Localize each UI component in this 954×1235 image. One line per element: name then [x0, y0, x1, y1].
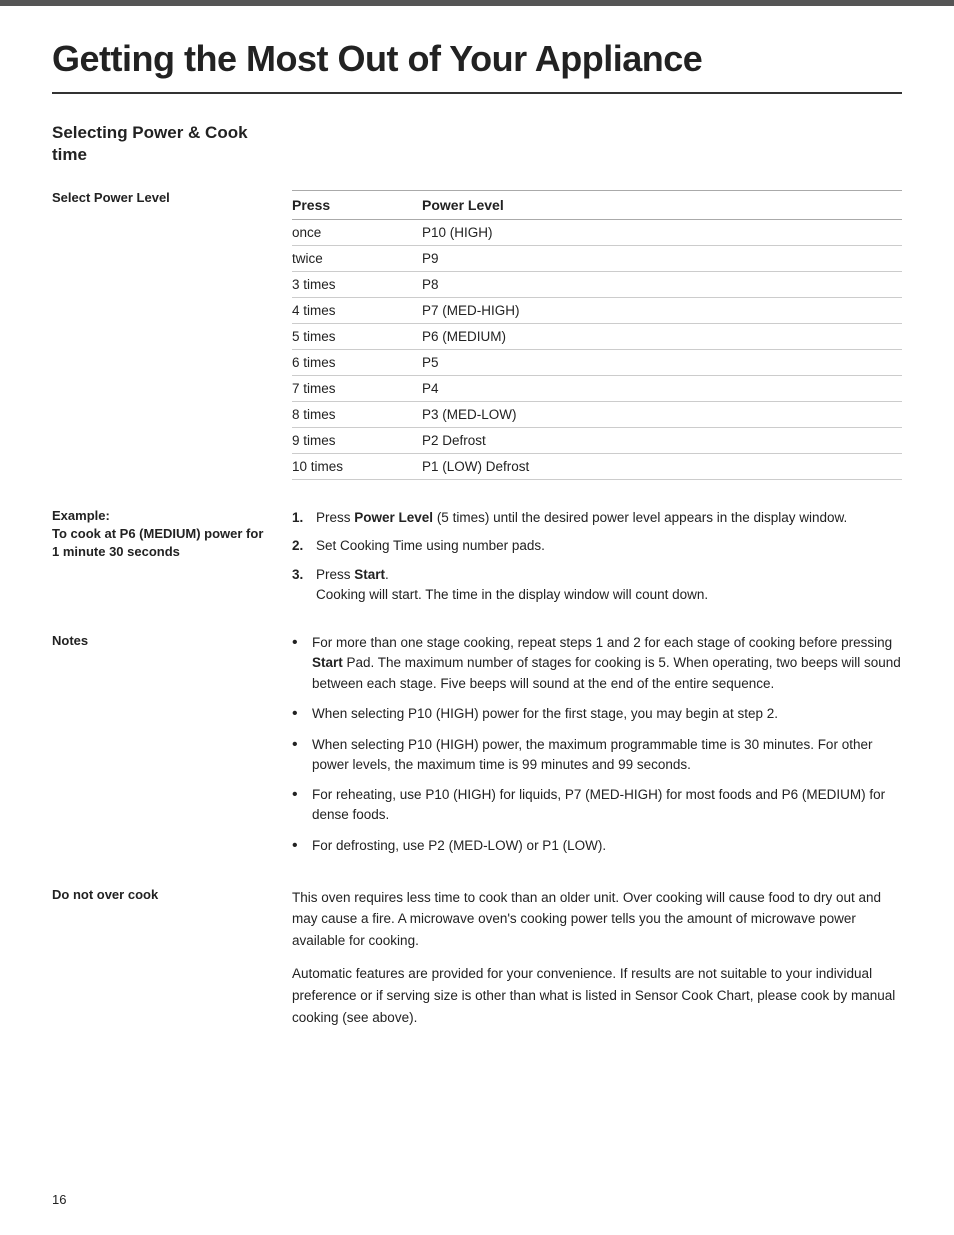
table-cell-level: P8: [422, 272, 902, 298]
bullet-dot: •: [292, 704, 306, 725]
table-row: 8 timesP3 (MED-LOW): [292, 402, 902, 428]
table-cell-level: P7 (MED-HIGH): [422, 298, 902, 324]
example-desc: To cook at P6 (MEDIUM) power for 1 minut…: [52, 525, 272, 561]
table-cell-press: 9 times: [292, 428, 422, 454]
bullet-text: When selecting P10 (HIGH) power for the …: [312, 704, 902, 724]
step-3: 3. Press Start.Cooking will start. The t…: [292, 565, 902, 606]
table-cell-press: 10 times: [292, 454, 422, 480]
left-column: Select Power Level: [52, 190, 292, 508]
donot-section: Do not over cook This oven requires less…: [52, 887, 902, 1041]
page-number: 16: [52, 1192, 66, 1207]
bullet-text: For more than one stage cooking, repeat …: [312, 633, 902, 694]
table-cell-press: 3 times: [292, 272, 422, 298]
step-1-num: 1.: [292, 508, 310, 528]
table-row: 10 timesP1 (LOW) Defrost: [292, 454, 902, 480]
bullet-dot: •: [292, 633, 306, 654]
table-header-power-level: Power Level: [422, 191, 902, 220]
bullet-text: For reheating, use P10 (HIGH) for liquid…: [312, 785, 902, 826]
power-level-table: Press Power Level onceP10 (HIGH)twiceP93…: [292, 190, 902, 480]
table-header-press: Press: [292, 191, 422, 220]
steps-list: 1. Press Power Level (5 times) until the…: [292, 508, 902, 605]
notes-bullet-item: • For defrosting, use P2 (MED-LOW) or P1 …: [292, 836, 902, 857]
step-2: 2. Set Cooking Time using number pads.: [292, 536, 902, 556]
bullet-dot: •: [292, 735, 306, 756]
table-cell-level: P1 (LOW) Defrost: [422, 454, 902, 480]
table-row: onceP10 (HIGH): [292, 220, 902, 246]
step-3-num: 3.: [292, 565, 310, 606]
example-right: 1. Press Power Level (5 times) until the…: [292, 508, 902, 613]
step-1: 1. Press Power Level (5 times) until the…: [292, 508, 902, 528]
table-cell-press: 4 times: [292, 298, 422, 324]
donot-right: This oven requires less time to cook tha…: [292, 887, 902, 1041]
table-row: 5 timesP6 (MEDIUM): [292, 324, 902, 350]
notes-bullet-item: • For reheating, use P10 (HIGH) for liqui…: [292, 785, 902, 826]
notes-bullet-item: • When selecting P10 (HIGH) power, the ma…: [292, 735, 902, 776]
example-section: Example: To cook at P6 (MEDIUM) power fo…: [52, 508, 902, 613]
table-cell-level: P2 Defrost: [422, 428, 902, 454]
bullet-dot: •: [292, 836, 306, 857]
donot-label: Do not over cook: [52, 887, 272, 902]
notes-bullet-list: • For more than one stage cooking, repeat…: [292, 633, 902, 856]
table-row: 7 timesP4: [292, 376, 902, 402]
table-row: 4 timesP7 (MED-HIGH): [292, 298, 902, 324]
page-title: Getting the Most Out of Your Appliance: [52, 38, 902, 94]
table-cell-press: once: [292, 220, 422, 246]
table-cell-level: P6 (MEDIUM): [422, 324, 902, 350]
table-cell-press: 8 times: [292, 402, 422, 428]
table-cell-level: P5: [422, 350, 902, 376]
notes-right: • For more than one stage cooking, repeat…: [292, 633, 902, 866]
donot-left: Do not over cook: [52, 887, 292, 1041]
donot-paragraph: This oven requires less time to cook tha…: [292, 887, 902, 952]
select-power-label: Select Power Level: [52, 190, 272, 205]
table-row: 9 timesP2 Defrost: [292, 428, 902, 454]
step-1-text: Press Power Level (5 times) until the de…: [316, 508, 902, 528]
bullet-dot: •: [292, 785, 306, 806]
step-3-text: Press Start.Cooking will start. The time…: [316, 565, 902, 606]
notes-label: Notes: [52, 633, 272, 648]
step-2-num: 2.: [292, 536, 310, 556]
table-row: twiceP9: [292, 246, 902, 272]
donot-paragraph: Automatic features are provided for your…: [292, 963, 902, 1028]
step-2-text: Set Cooking Time using number pads.: [316, 536, 902, 556]
table-cell-press: 6 times: [292, 350, 422, 376]
right-column: Press Power Level onceP10 (HIGH)twiceP93…: [292, 190, 902, 508]
table-cell-press: 7 times: [292, 376, 422, 402]
notes-bullet-item: • When selecting P10 (HIGH) power for the…: [292, 704, 902, 725]
section-title: Selecting Power & Cook time: [52, 122, 272, 166]
table-cell-level: P10 (HIGH): [422, 220, 902, 246]
notes-left: Notes: [52, 633, 292, 866]
table-cell-level: P9: [422, 246, 902, 272]
notes-bullet-item: • For more than one stage cooking, repeat…: [292, 633, 902, 694]
notes-section: Notes • For more than one stage cooking, …: [52, 633, 902, 866]
table-row: 3 timesP8: [292, 272, 902, 298]
bullet-text: For defrosting, use P2 (MED-LOW) or P1 (…: [312, 836, 902, 856]
table-cell-level: P4: [422, 376, 902, 402]
example-left: Example: To cook at P6 (MEDIUM) power fo…: [52, 508, 292, 613]
table-cell-press: twice: [292, 246, 422, 272]
table-cell-level: P3 (MED-LOW): [422, 402, 902, 428]
table-row: 6 timesP5: [292, 350, 902, 376]
example-label: Example:: [52, 508, 272, 523]
table-cell-press: 5 times: [292, 324, 422, 350]
bullet-text: When selecting P10 (HIGH) power, the max…: [312, 735, 902, 776]
